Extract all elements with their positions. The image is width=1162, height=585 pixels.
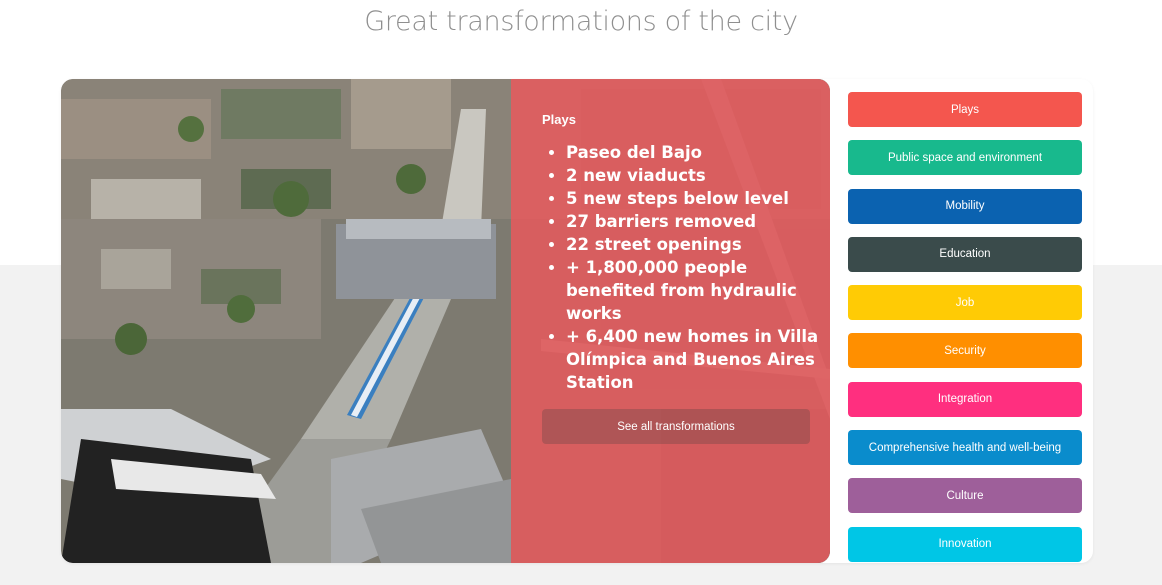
category-button-security[interactable]: Security <box>848 333 1082 369</box>
category-button-integration[interactable]: Integration <box>848 381 1082 417</box>
category-button-education[interactable]: Education <box>848 236 1082 272</box>
category-button-job[interactable]: Job <box>848 285 1082 321</box>
highlight-item: 22 street openings <box>566 233 830 256</box>
highlight-item: 2 new viaducts <box>566 164 830 187</box>
highlight-item: 27 barriers removed <box>566 210 830 233</box>
highlight-item: 5 new steps below level <box>566 187 830 210</box>
category-button-innovation[interactable]: Innovation <box>848 526 1082 562</box>
category-button-plays[interactable]: Plays <box>848 92 1082 127</box>
highlight-item: Paseo del Bajo <box>566 141 830 164</box>
highlight-list: Paseo del Bajo 2 new viaducts 5 new step… <box>542 141 830 394</box>
highlight-panel: Plays Paseo del Bajo 2 new viaducts 5 ne… <box>511 79 830 563</box>
highlight-item: + 6,400 new homes in Villa Olímpica and … <box>566 325 830 394</box>
category-list: Plays Public space and environment Mobil… <box>848 92 1082 563</box>
highlight-item: + 1,800,000 people benefited from hydrau… <box>566 256 830 325</box>
see-all-transformations-button[interactable]: See all transformations <box>542 409 810 444</box>
category-button-public-space[interactable]: Public space and environment <box>848 140 1082 176</box>
highlight-heading: Plays <box>542 112 576 127</box>
page-title: Great transformations of the city <box>364 6 798 37</box>
aerial-city-photo: Plays Paseo del Bajo 2 new viaducts 5 ne… <box>61 79 830 563</box>
category-button-culture[interactable]: Culture <box>848 478 1082 514</box>
category-button-health[interactable]: Comprehensive health and well-being <box>848 430 1082 466</box>
category-button-mobility[interactable]: Mobility <box>848 188 1082 224</box>
transformations-card: Plays Paseo del Bajo 2 new viaducts 5 ne… <box>61 79 1093 563</box>
